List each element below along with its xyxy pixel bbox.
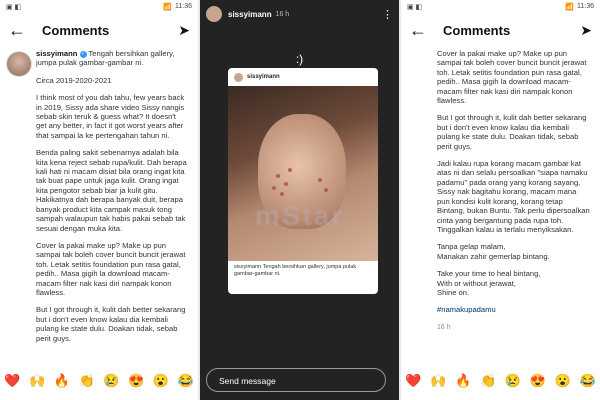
more-options-icon[interactable]: ⋮ xyxy=(382,8,393,21)
card-caption: sissyimann Tengah bersihkan gallery, jum… xyxy=(234,264,357,277)
emoji-fire[interactable]: 🔥 xyxy=(455,373,471,389)
story-username[interactable]: sissyimann xyxy=(228,10,272,19)
caption-paragraph: Cover la pakai make up? Make up pun samp… xyxy=(437,49,587,106)
emoji-cry[interactable]: 😢 xyxy=(505,373,521,389)
avatar[interactable] xyxy=(6,51,32,77)
card-avatar xyxy=(234,72,243,82)
caption-paragraph: Tanpa gelap malam, Manakan zahir gemerla… xyxy=(437,242,550,261)
story-time: 16 h xyxy=(275,10,290,18)
caption-paragraph: But I got through it, kulit dah better s… xyxy=(36,305,186,343)
emoji-raised-hands[interactable]: 🙌 xyxy=(29,373,45,389)
status-time: 11:36 xyxy=(577,3,594,10)
status-time: 11:36 xyxy=(175,3,192,10)
status-left: ▣ ◧ xyxy=(407,3,423,11)
story-sticker-text: :) xyxy=(295,52,304,66)
caption-paragraph: I think most of you dah tahu, few years … xyxy=(36,93,185,140)
send-message-input[interactable]: Send message xyxy=(206,368,386,392)
emoji-surprised[interactable]: 😮 xyxy=(555,373,571,389)
page-title: Comments xyxy=(443,22,511,38)
post-photo xyxy=(228,86,378,261)
status-left: ▣ ◧ xyxy=(6,3,22,11)
hashtag-link[interactable]: #namakupadamu xyxy=(437,305,590,314)
status-bar: ▣ ◧ 📶 11:36 xyxy=(401,0,600,13)
story-header: sissyimann 16 h ⋮ xyxy=(206,6,393,22)
username[interactable]: sissyimann xyxy=(36,49,77,58)
emoji-cry[interactable]: 😢 xyxy=(103,373,119,389)
header: ← Comments ➤ xyxy=(0,13,198,47)
face-image xyxy=(258,114,346,229)
emoji-raised-hands[interactable]: 🙌 xyxy=(430,373,446,389)
emoji-heart-eyes[interactable]: 😍 xyxy=(530,373,546,389)
story-avatar[interactable] xyxy=(206,6,222,22)
emoji-heart-eyes[interactable]: 😍 xyxy=(128,373,144,389)
caption: sissyimann ✓ Tengah bersihkan gallery, j… xyxy=(0,47,198,343)
comments-panel-left: ▣ ◧ 📶 11:36 ← Comments ➤ sissyimann ✓ Ten… xyxy=(0,0,198,400)
card-username: sissyimann xyxy=(247,74,280,80)
signal-icon: 📶 xyxy=(565,3,574,11)
screen: ▣ ◧ 📶 11:36 ← Comments ➤ sissyimann ✓ Ten… xyxy=(0,0,600,400)
emoji-laugh[interactable]: 😂 xyxy=(579,373,595,389)
emoji-heart[interactable]: ❤️ xyxy=(4,373,20,389)
emoji-laugh[interactable]: 😂 xyxy=(178,373,194,389)
caption-paragraph: Benda paling sakit sebenarnya adalah bil… xyxy=(36,148,187,233)
back-arrow-icon[interactable]: ← xyxy=(409,20,431,41)
direct-send-icon[interactable]: ➤ xyxy=(178,22,190,39)
verified-badge-icon: ✓ xyxy=(79,50,87,58)
back-arrow-icon[interactable]: ← xyxy=(8,20,30,41)
emoji-clap[interactable]: 👏 xyxy=(79,373,95,389)
emoji-fire[interactable]: 🔥 xyxy=(54,373,70,389)
shared-post-card[interactable]: sissyimann sissyimann Tengah bersihkan g… xyxy=(228,68,378,294)
status-bar: ▣ ◧ 📶 11:36 xyxy=(0,0,198,13)
emoji-reaction-bar: ❤️ 🙌 🔥 👏 😢 😍 😮 😂 xyxy=(401,370,600,392)
caption-paragraph: Circa 2019-2020-2021 xyxy=(36,75,112,85)
emoji-surprised[interactable]: 😮 xyxy=(153,373,169,389)
story-panel: sissyimann 16 h ⋮ :) sissyimann sissyima… xyxy=(200,0,399,400)
caption-paragraph: Cover la pakai make up? Make up pun samp… xyxy=(36,240,186,297)
caption-paragraph: Jadi kalau rupa korang macam gambar kat … xyxy=(437,159,590,234)
emoji-heart[interactable]: ❤️ xyxy=(405,373,421,389)
page-title: Comments xyxy=(42,22,110,38)
caption-paragraph: Take your time to heal bintang, With or … xyxy=(437,269,541,297)
signal-icon: 📶 xyxy=(163,3,172,11)
emoji-clap[interactable]: 👏 xyxy=(480,373,496,389)
caption-paragraph: But I got through it, kulit dah better s… xyxy=(437,113,587,151)
emoji-reaction-bar: ❤️ 🙌 🔥 👏 😢 😍 😮 😂 xyxy=(0,370,198,392)
header: ← Comments ➤ xyxy=(401,13,600,47)
caption: Cover la pakai make up? Make up pun samp… xyxy=(401,47,600,332)
direct-send-icon[interactable]: ➤ xyxy=(580,22,592,39)
comments-panel-right: ▣ ◧ 📶 11:36 ← Comments ➤ Cover la pakai m… xyxy=(401,0,600,400)
caption-time: 16 h xyxy=(437,323,451,331)
